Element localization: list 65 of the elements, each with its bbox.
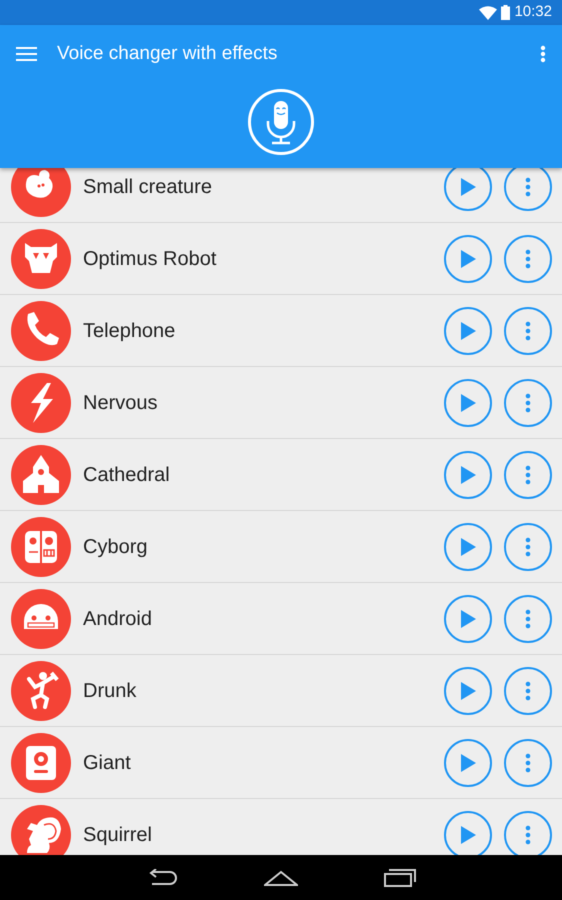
- more-options-button[interactable]: [504, 234, 552, 282]
- play-button[interactable]: [444, 594, 492, 642]
- lightning-icon: [11, 372, 71, 432]
- play-icon: [459, 464, 477, 484]
- more-options-button[interactable]: [504, 450, 552, 498]
- speaker-icon: [11, 732, 71, 792]
- creature-icon: [11, 168, 71, 216]
- play-icon: [459, 248, 477, 268]
- play-button[interactable]: [444, 168, 492, 210]
- effect-name: Cyborg: [83, 534, 148, 560]
- battery-icon: [501, 5, 510, 20]
- effect-name: Android: [83, 606, 152, 632]
- more-icon: [525, 464, 531, 484]
- more-icon: [525, 536, 531, 556]
- play-button[interactable]: [444, 666, 492, 714]
- play-icon: [459, 752, 477, 772]
- more-options-button[interactable]: [504, 522, 552, 570]
- recent-apps-icon[interactable]: [384, 868, 416, 886]
- effect-name: Giant: [83, 750, 131, 776]
- dancing-figure-icon: [11, 660, 71, 720]
- play-button[interactable]: [444, 378, 492, 426]
- play-button[interactable]: [444, 738, 492, 786]
- more-icon: [525, 680, 531, 700]
- more-options-button[interactable]: [504, 594, 552, 642]
- more-options-button[interactable]: [504, 168, 552, 210]
- more-options-button[interactable]: [504, 738, 552, 786]
- more-icon: [525, 752, 531, 772]
- more-icon: [525, 608, 531, 628]
- effect-name: Telephone: [83, 318, 176, 344]
- effect-name: Drunk: [83, 678, 136, 704]
- microphone-button[interactable]: [247, 88, 315, 156]
- play-button[interactable]: [444, 234, 492, 282]
- effect-name: Nervous: [83, 390, 158, 416]
- more-icon: [525, 320, 531, 340]
- effect-name: Optimus Robot: [83, 246, 216, 272]
- menu-icon[interactable]: [16, 47, 37, 61]
- more-options-button[interactable]: [504, 378, 552, 426]
- play-button[interactable]: [444, 522, 492, 570]
- overflow-menu-icon[interactable]: [540, 45, 546, 63]
- more-icon: [525, 248, 531, 268]
- play-icon: [459, 608, 477, 628]
- status-time: 10:32: [514, 2, 552, 22]
- play-icon: [459, 320, 477, 340]
- play-icon: [459, 680, 477, 700]
- play-icon: [459, 392, 477, 412]
- more-options-button[interactable]: [504, 666, 552, 714]
- play-button[interactable]: [444, 450, 492, 498]
- more-icon: [525, 824, 531, 844]
- effect-name: Squirrel: [83, 822, 152, 848]
- robot-face-icon: [11, 588, 71, 648]
- play-icon: [459, 824, 477, 844]
- more-icon: [525, 176, 531, 196]
- play-button[interactable]: [444, 306, 492, 354]
- church-icon: [11, 444, 71, 504]
- phone-icon: [11, 300, 71, 360]
- effect-name: Small creature: [83, 174, 212, 200]
- more-icon: [525, 392, 531, 412]
- effect-name: Cathedral: [83, 462, 170, 488]
- robot-face-icon: [11, 516, 71, 576]
- app-title: Voice changer with effects: [57, 42, 278, 66]
- home-icon[interactable]: [264, 870, 298, 886]
- wifi-icon: [479, 6, 498, 20]
- more-options-button[interactable]: [504, 306, 552, 354]
- play-icon: [459, 176, 477, 196]
- play-icon: [459, 536, 477, 556]
